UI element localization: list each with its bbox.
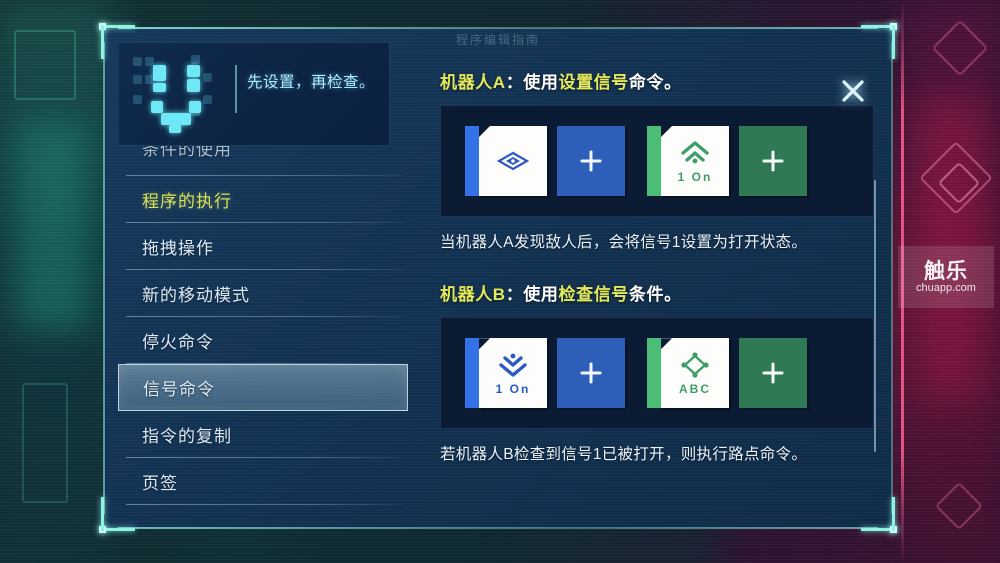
command-card-label: 1 On <box>495 381 531 396</box>
add-command-button[interactable] <box>557 338 625 409</box>
sidebar-item-label: 信号命令 <box>143 380 215 399</box>
command-strip: 1 On <box>440 105 874 217</box>
plus-icon <box>580 362 602 384</box>
mascot-tip-text: 先设置，再检查。 <box>247 74 376 91</box>
dialog-edge-bottom <box>118 527 878 529</box>
watermark-en: chuapp.com <box>916 281 976 294</box>
sidebar-item-label: 停火命令 <box>142 333 214 352</box>
section-heading-part: ：使用 <box>505 285 559 305</box>
sidebar-item-7[interactable]: 页签 <box>118 458 408 505</box>
section-heading-part: 检查信号 <box>558 285 629 305</box>
sidebar-item-label: 程序的执行 <box>142 192 232 211</box>
sidebar-item-1[interactable]: 程序的执行 <box>118 176 408 223</box>
plus-icon <box>762 150 784 172</box>
sidebar-item-divider <box>126 504 404 505</box>
command-card-2[interactable]: ABC <box>647 338 729 409</box>
sidebar-item-4[interactable]: 停火命令 <box>118 317 408 364</box>
waypoint-icon <box>681 352 709 378</box>
dialog-body: 程序编辑指南 先设置，再检查。 条件的使用 程序的执行 拖拽操作 新的移动模式 … <box>104 28 892 528</box>
section-heading-part: ：使用 <box>505 73 559 92</box>
plus-icon <box>762 362 784 384</box>
sidebar-item-label: 条件的使用 <box>142 146 232 159</box>
add-command-button[interactable] <box>739 338 807 409</box>
command-card-face <box>479 126 547 196</box>
sidebar-item-2[interactable]: 拖拽操作 <box>118 223 408 270</box>
section-heading-part: 条件。 <box>628 285 682 305</box>
signal-broadcast-icon <box>681 140 709 163</box>
command-card-label: ABC <box>679 381 711 396</box>
background-shape-left <box>18 120 88 330</box>
section-heading-part: 命令。 <box>628 73 682 92</box>
sidebar-item-5[interactable]: 信号命令 <box>118 364 408 411</box>
background-decor-frame-left <box>14 30 76 100</box>
watermark: 触乐 chuapp.com <box>898 246 994 308</box>
dialog-edge-right <box>891 42 893 514</box>
content-section-1: 机器人B：使用检查信号条件。 1 On ABC 若机器人B检查到信号1已被打开，则执行… <box>440 280 874 466</box>
sidebar-item-0[interactable]: 条件的使用 <box>118 146 408 176</box>
content-scrollbar[interactable] <box>874 180 876 452</box>
command-card-0[interactable] <box>465 126 547 196</box>
command-card-2[interactable]: 1 On <box>647 126 729 196</box>
mascot-tip-card: 先设置，再检查。 <box>118 42 390 146</box>
add-command-button[interactable] <box>557 126 625 196</box>
sidebar-item-label: 页签 <box>142 474 178 493</box>
section-body-text: 当机器人A发现敌人后，会将信号1设置为打开状态。 <box>440 234 808 251</box>
command-card-face: ABC <box>661 338 729 409</box>
command-strip: 1 On ABC <box>440 317 874 430</box>
section-heading: 机器人B：使用检查信号条件。 <box>440 280 874 305</box>
sidebar: 先设置，再检查。 条件的使用程序的执行拖拽操作新的移动模式 停火命令信号命令指令的… <box>118 42 408 514</box>
watermark-cn: 触乐 <box>924 259 968 283</box>
tutorial-dialog: 程序编辑指南 先设置，再检查。 条件的使用 程序的执行 拖拽操作 新的移动模式 … <box>99 23 897 533</box>
add-command-button[interactable] <box>739 126 807 196</box>
content-section-0: 机器人A：使用设置信号命令。 1 On 当机器人A发现敌人后，会将信号1设置为打开状… <box>440 68 874 254</box>
close-icon <box>842 80 864 102</box>
sidebar-menu: 条件的使用程序的执行拖拽操作新的移动模式 停火命令信号命令指令的复制页签 <box>118 146 408 505</box>
section-body-text: 若机器人B检查到信号1已被打开，则执行路点命令。 <box>440 446 808 464</box>
dialog-edge-top <box>118 27 878 29</box>
background-decor-frame-left-lower <box>22 383 68 503</box>
section-heading-part: 机器人B <box>440 285 506 305</box>
mascot-divider <box>235 65 237 113</box>
content-sections: 机器人A：使用设置信号命令。 1 On 当机器人A发现敌人后，会将信号1设置为打开状… <box>440 68 874 467</box>
plus-icon <box>580 150 602 172</box>
dialog-title: 程序编辑指南 <box>455 33 540 47</box>
sidebar-item-3[interactable]: 新的移动模式 <box>118 270 408 317</box>
signal-receive-icon <box>499 353 527 377</box>
command-card-face: 1 On <box>479 338 547 409</box>
content-panel: 机器人A：使用设置信号命令。 1 On 当机器人A发现敌人后，会将信号1设置为打开状… <box>440 68 876 508</box>
section-heading-part: 设置信号 <box>558 73 629 92</box>
sidebar-item-label: 新的移动模式 <box>142 286 250 305</box>
command-card-0[interactable]: 1 On <box>465 338 547 409</box>
close-button[interactable] <box>836 74 870 108</box>
sidebar-item-6[interactable]: 指令的复制 <box>118 411 408 458</box>
section-heading: 机器人A：使用设置信号命令。 <box>440 68 874 93</box>
command-card-label: 1 On <box>677 169 713 184</box>
dialog-edge-left <box>103 42 105 514</box>
sidebar-item-label: 拖拽操作 <box>142 239 214 258</box>
command-card-face: 1 On <box>661 126 729 196</box>
sidebar-item-label: 指令的复制 <box>142 427 232 446</box>
pixel-smiley-icon <box>133 51 223 139</box>
section-heading-part: 机器人A <box>440 73 506 92</box>
eye-icon <box>497 151 529 171</box>
